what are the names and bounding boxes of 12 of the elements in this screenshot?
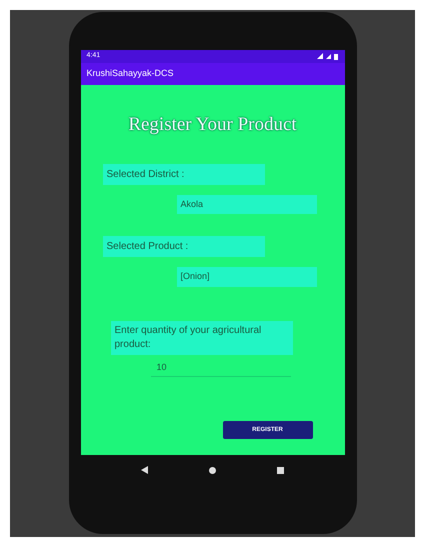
product-value: [Onion] — [176, 267, 316, 286]
back-icon[interactable] — [141, 466, 148, 474]
district-value: Akola — [176, 194, 316, 214]
page-heading: Register Your Product — [128, 113, 297, 137]
quantity-label: Enter quantity of your agricultural product: — [110, 320, 292, 354]
signal-battery-icon — [316, 53, 338, 60]
district-label: Selected District : — [102, 164, 264, 184]
quantity-field[interactable]: 10 — [150, 358, 290, 377]
home-icon[interactable] — [209, 466, 216, 474]
app-title: KrushiSahayyak-DCS — [86, 67, 174, 80]
product-label: Selected Product : — [102, 236, 264, 257]
recents-icon[interactable] — [277, 466, 284, 474]
